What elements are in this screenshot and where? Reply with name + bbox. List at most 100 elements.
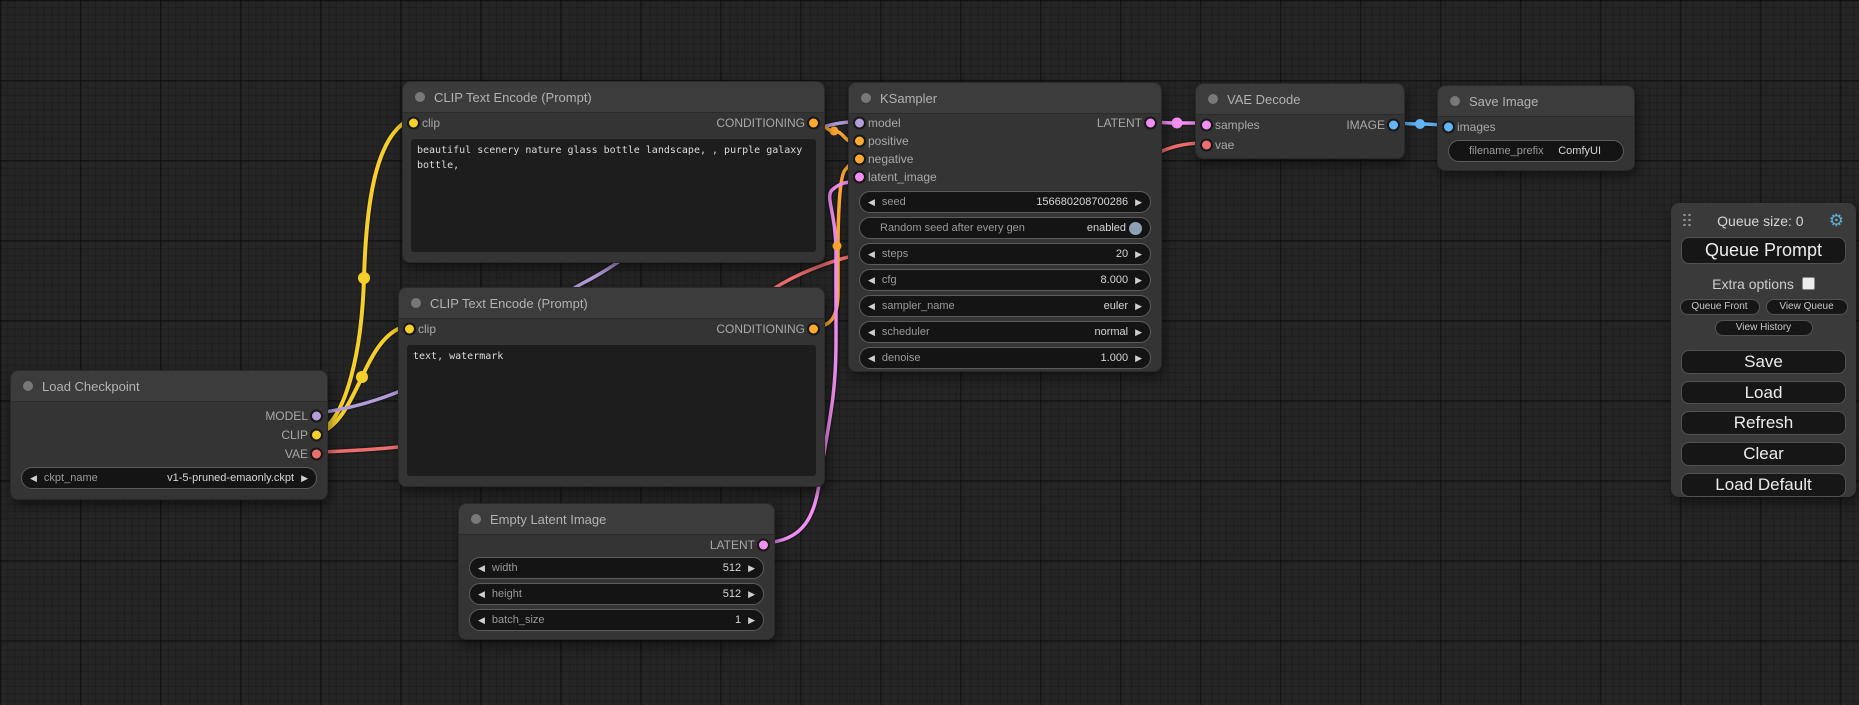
latent-output-port[interactable] [1144,116,1157,129]
increment-icon[interactable]: ▶ [301,474,308,483]
collapse-dot-icon[interactable] [1450,96,1460,106]
decrement-icon[interactable]: ◀ [868,250,875,259]
widget-height[interactable]: ◀ height 512 ▶ [469,583,764,605]
increment-icon[interactable]: ▶ [748,564,755,573]
increment-icon[interactable]: ▶ [1135,250,1142,259]
node-empty-latent-image[interactable]: Empty Latent Image LATENT ◀ width 512 ▶ … [458,503,775,640]
drag-handle-icon[interactable] [1683,214,1692,228]
clip-input-port[interactable] [403,323,416,336]
decrement-icon[interactable]: ◀ [478,564,485,573]
widget-batch-size[interactable]: ◀ batch_size 1 ▶ [469,609,764,631]
output-row-vae: VAE [11,444,327,463]
node-save-image[interactable]: Save Image images filename_prefix ComfyU… [1437,85,1635,171]
node-title-bar[interactable]: VAE Decode [1196,84,1404,115]
model-input-port[interactable] [853,116,866,129]
node-clip-text-encode-negative[interactable]: CLIP Text Encode (Prompt) clip CONDITION… [398,287,825,487]
collapse-dot-icon[interactable] [415,92,425,102]
increment-icon[interactable]: ▶ [1135,354,1142,363]
io-row: samples IMAGE [1196,115,1404,135]
input-label: clip [422,116,440,130]
vae-input-port[interactable] [1200,139,1213,152]
decrement-icon[interactable]: ◀ [868,198,875,207]
node-title-bar[interactable]: Empty Latent Image [459,504,774,535]
widget-cfg[interactable]: ◀ cfg 8.000 ▶ [859,269,1151,291]
widget-sampler-name[interactable]: ◀ sampler_name euler ▶ [859,295,1151,317]
decrement-icon[interactable]: ◀ [478,616,485,625]
load-button[interactable]: Load [1681,381,1846,405]
io-row: latent_image [849,168,1161,186]
node-title-bar[interactable]: CLIP Text Encode (Prompt) [403,82,824,113]
node-title-bar[interactable]: Save Image [1438,86,1634,117]
view-queue-button[interactable]: View Queue [1766,299,1848,315]
widget-value: 1.000 [1101,352,1129,364]
clear-button[interactable]: Clear [1681,442,1846,466]
widget-steps[interactable]: ◀ steps 20 ▶ [859,243,1151,265]
collapse-dot-icon[interactable] [411,298,421,308]
decrement-icon[interactable]: ◀ [868,302,875,311]
node-ksampler[interactable]: KSampler model LATENT positive negative … [848,82,1162,372]
collapse-dot-icon[interactable] [861,93,871,103]
node-load-checkpoint[interactable]: Load Checkpoint MODEL CLIP VAE ◀ ckpt_na… [10,370,328,500]
latent-output-port[interactable] [757,539,770,552]
widget-denoise[interactable]: ◀ denoise 1.000 ▶ [859,347,1151,369]
refresh-button[interactable]: Refresh [1681,411,1846,435]
node-title-bar[interactable]: KSampler [849,83,1161,114]
collapse-dot-icon[interactable] [471,514,481,524]
decrement-icon[interactable]: ◀ [868,276,875,285]
increment-icon[interactable]: ▶ [1135,276,1142,285]
collapse-dot-icon[interactable] [1208,94,1218,104]
model-output-port[interactable] [310,409,323,422]
graph-canvas[interactable]: Load Checkpoint MODEL CLIP VAE ◀ ckpt_na… [0,0,1859,705]
toggle-knob-icon[interactable] [1129,222,1142,235]
node-title-bar[interactable]: CLIP Text Encode (Prompt) [399,288,824,319]
positive-input-port[interactable] [853,134,866,147]
widget-value: enabled [1087,222,1126,234]
decrement-icon[interactable]: ◀ [868,328,875,337]
link-dot [358,272,370,284]
widget-seed[interactable]: ◀ seed 156680208700286 ▶ [859,191,1151,213]
vae-output-port[interactable] [310,447,323,460]
node-clip-text-encode-positive[interactable]: CLIP Text Encode (Prompt) clip CONDITION… [402,81,825,263]
load-default-button[interactable]: Load Default [1681,473,1846,497]
widget-random-seed-toggle[interactable]: Random seed after every gen enabled [859,217,1151,239]
increment-icon[interactable]: ▶ [1135,328,1142,337]
widget-filename-prefix[interactable]: filename_prefix ComfyUI [1448,140,1624,162]
widget-value: 20 [1116,248,1128,260]
view-history-button[interactable]: View History [1715,320,1813,336]
increment-icon[interactable]: ▶ [1135,198,1142,207]
collapse-dot-icon[interactable] [23,381,33,391]
prompt-text[interactable]: text, watermark [407,345,816,476]
latent-image-input-port[interactable] [853,170,866,183]
widget-scheduler[interactable]: ◀ scheduler normal ▶ [859,321,1151,343]
decrement-icon[interactable]: ◀ [478,590,485,599]
samples-input-port[interactable] [1200,119,1213,132]
widget-ckpt-name[interactable]: ◀ ckpt_name v1-5-pruned-emaonly.ckpt ▶ [21,467,317,489]
io-row: LATENT [459,535,774,555]
negative-input-port[interactable] [853,152,866,165]
conditioning-output-port[interactable] [807,117,820,130]
widget-label: cfg [882,274,897,286]
decrement-icon[interactable]: ◀ [868,354,875,363]
queue-front-button[interactable]: Queue Front [1680,299,1760,315]
save-button[interactable]: Save [1681,350,1846,374]
prompt-text[interactable]: beautiful scenery nature glass bottle la… [411,139,816,252]
increment-icon[interactable]: ▶ [748,616,755,625]
io-row: positive [849,132,1161,150]
node-title-bar[interactable]: Load Checkpoint [11,371,327,402]
image-output-port[interactable] [1387,119,1400,132]
conditioning-output-port[interactable] [807,323,820,336]
images-input-port[interactable] [1442,121,1455,134]
node-vae-decode[interactable]: VAE Decode samples IMAGE vae [1195,83,1405,159]
increment-icon[interactable]: ▶ [748,590,755,599]
clip-input-port[interactable] [407,117,420,130]
widget-width[interactable]: ◀ width 512 ▶ [469,557,764,579]
increment-icon[interactable]: ▶ [1135,302,1142,311]
extra-options-checkbox[interactable] [1802,277,1815,290]
queue-size-label: Queue size: 0 [1717,213,1803,229]
input-label: positive [868,134,909,148]
output-label: MODEL [265,409,308,423]
queue-prompt-button[interactable]: Queue Prompt [1681,237,1846,264]
settings-gear-icon[interactable]: ⚙ [1829,212,1844,229]
clip-output-port[interactable] [310,428,323,441]
decrement-icon[interactable]: ◀ [30,474,37,483]
